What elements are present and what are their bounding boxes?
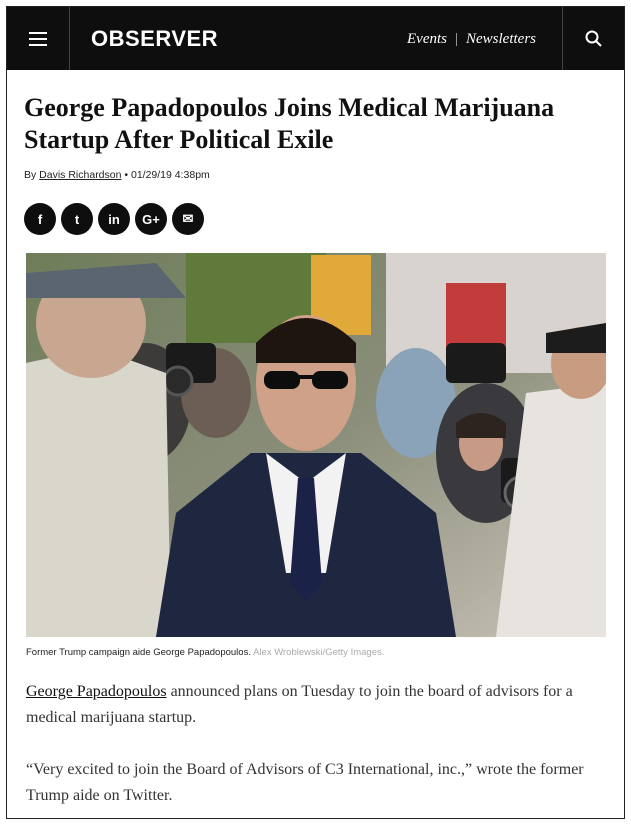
article-photo bbox=[26, 253, 606, 637]
google-plus-icon: G+ bbox=[142, 211, 160, 227]
hamburger-menu-icon bbox=[29, 31, 47, 46]
author-link[interactable]: Davis Richardson bbox=[39, 169, 121, 181]
subject-link[interactable]: George Papadopoulos bbox=[26, 683, 167, 700]
menu-button[interactable] bbox=[7, 7, 70, 70]
article-paragraph-2: “Very excited to join the Board of Advis… bbox=[26, 761, 584, 804]
nav-events-link[interactable]: Events bbox=[407, 31, 447, 48]
press-crowd-photo bbox=[26, 253, 606, 637]
article-paragraph-1: George Papadopoulos announced plans on T… bbox=[26, 679, 606, 731]
nav-separator: | bbox=[454, 31, 458, 47]
share-google-plus-button[interactable]: G+ bbox=[135, 203, 167, 235]
byline: By Davis Richardson • 01/29/19 4:38pm bbox=[24, 169, 210, 181]
search-button[interactable] bbox=[562, 7, 624, 70]
photo-credit: Alex Wroblewski/Getty Images. bbox=[250, 647, 385, 658]
headline-line-2: Startup After Political Exile bbox=[24, 125, 334, 154]
share-buttons: f t in G+ ✉ bbox=[24, 203, 204, 235]
caption-text: Former Trump campaign aide George Papado… bbox=[26, 647, 251, 658]
share-email-button[interactable]: ✉ bbox=[172, 203, 204, 235]
page-frame: OBSERVER Events | Newsletters George Pap… bbox=[6, 6, 625, 819]
share-facebook-button[interactable]: f bbox=[24, 203, 56, 235]
site-logo[interactable]: OBSERVER bbox=[91, 26, 218, 52]
headline-line-1: George Papadopoulos Joins Medical Mariju… bbox=[24, 93, 555, 122]
email-icon: ✉ bbox=[182, 211, 194, 226]
share-linkedin-button[interactable]: in bbox=[98, 203, 130, 235]
nav-newsletters-link[interactable]: Newsletters bbox=[466, 31, 536, 48]
share-twitter-button[interactable]: t bbox=[61, 203, 93, 235]
search-icon bbox=[585, 30, 602, 47]
publish-date: • 01/29/19 4:38pm bbox=[121, 169, 210, 181]
header-nav: Events | Newsletters bbox=[407, 31, 536, 48]
site-header: OBSERVER Events | Newsletters bbox=[7, 7, 624, 70]
linkedin-icon: in bbox=[108, 211, 120, 227]
article-headline: George Papadopoulos Joins Medical Mariju… bbox=[24, 92, 604, 156]
photo-caption: Former Trump campaign aide George Papado… bbox=[26, 647, 384, 658]
byline-prefix: By bbox=[24, 169, 40, 181]
facebook-icon: f bbox=[37, 211, 43, 227]
twitter-icon: t bbox=[74, 211, 80, 227]
